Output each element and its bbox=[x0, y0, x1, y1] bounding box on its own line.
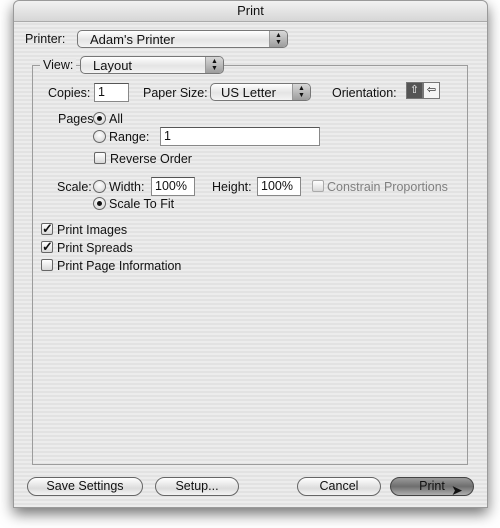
view-label: View: bbox=[40, 58, 77, 72]
scale-width-radio[interactable] bbox=[93, 180, 106, 193]
print-images-checkbox[interactable]: ✓ bbox=[41, 222, 53, 235]
printer-value: Adam's Printer bbox=[90, 32, 175, 47]
print-page-information-label: Print Page Information bbox=[57, 259, 182, 273]
scale-height-label: Height: bbox=[212, 180, 252, 194]
pages-range-label: Range: bbox=[109, 130, 150, 144]
save-settings-button[interactable]: Save Settings bbox=[27, 477, 143, 496]
paper-size-popup[interactable]: US Letter ▲ ▼ bbox=[210, 83, 311, 101]
reverse-order-label: Reverse Order bbox=[110, 152, 192, 166]
copies-label: Copies: bbox=[48, 86, 91, 100]
print-spreads-checkbox[interactable]: ✓ bbox=[41, 240, 53, 253]
constrain-proportions-checkbox[interactable] bbox=[312, 180, 324, 192]
pages-range-radio[interactable] bbox=[93, 130, 106, 143]
copies-input[interactable]: 1 bbox=[94, 83, 129, 102]
view-value: Layout bbox=[93, 58, 133, 73]
constrain-proportions-label: Constrain Proportions bbox=[327, 180, 448, 194]
printer-popup[interactable]: Adam's Printer ▲ ▼ bbox=[77, 30, 288, 48]
reverse-order-checkbox[interactable] bbox=[94, 152, 106, 164]
scale-to-fit-radio[interactable] bbox=[93, 197, 106, 210]
setup-button[interactable]: Setup... bbox=[155, 477, 239, 496]
mouse-cursor-icon: ➤ bbox=[451, 482, 463, 498]
scale-width-input[interactable]: 100% bbox=[151, 177, 195, 196]
scale-width-label: Width: bbox=[109, 180, 145, 194]
updown-arrows-icon: ▲ ▼ bbox=[292, 84, 310, 100]
pages-all-label: All bbox=[109, 112, 123, 126]
pages-all-radio[interactable] bbox=[93, 112, 106, 125]
paper-size-label: Paper Size: bbox=[143, 86, 208, 100]
orientation-label: Orientation: bbox=[332, 86, 397, 100]
window-title: Print bbox=[14, 1, 487, 22]
pages-range-input[interactable]: 1 bbox=[160, 127, 320, 146]
updown-arrows-icon: ▲ ▼ bbox=[205, 57, 223, 73]
portrait-icon[interactable]: ⇧ bbox=[406, 82, 423, 99]
print-spreads-label: Print Spreads bbox=[57, 241, 133, 255]
landscape-icon[interactable]: ⇦ bbox=[423, 82, 440, 99]
scale-label: Scale: bbox=[57, 180, 92, 194]
printer-label: Printer: bbox=[25, 32, 66, 46]
cancel-button[interactable]: Cancel bbox=[297, 477, 381, 496]
scale-to-fit-label: Scale To Fit bbox=[109, 197, 175, 211]
scale-height-input[interactable]: 100% bbox=[257, 177, 301, 196]
paper-size-value: US Letter bbox=[221, 85, 276, 100]
print-page-information-checkbox[interactable] bbox=[41, 259, 53, 271]
pages-label: Pages bbox=[58, 112, 94, 126]
updown-arrows-icon: ▲ ▼ bbox=[269, 31, 287, 47]
print-images-label: Print Images bbox=[57, 223, 128, 237]
print-dialog: Print Printer: Adam's Printer ▲ ▼ View: L… bbox=[13, 0, 488, 508]
view-popup[interactable]: Layout ▲ ▼ bbox=[80, 56, 224, 74]
